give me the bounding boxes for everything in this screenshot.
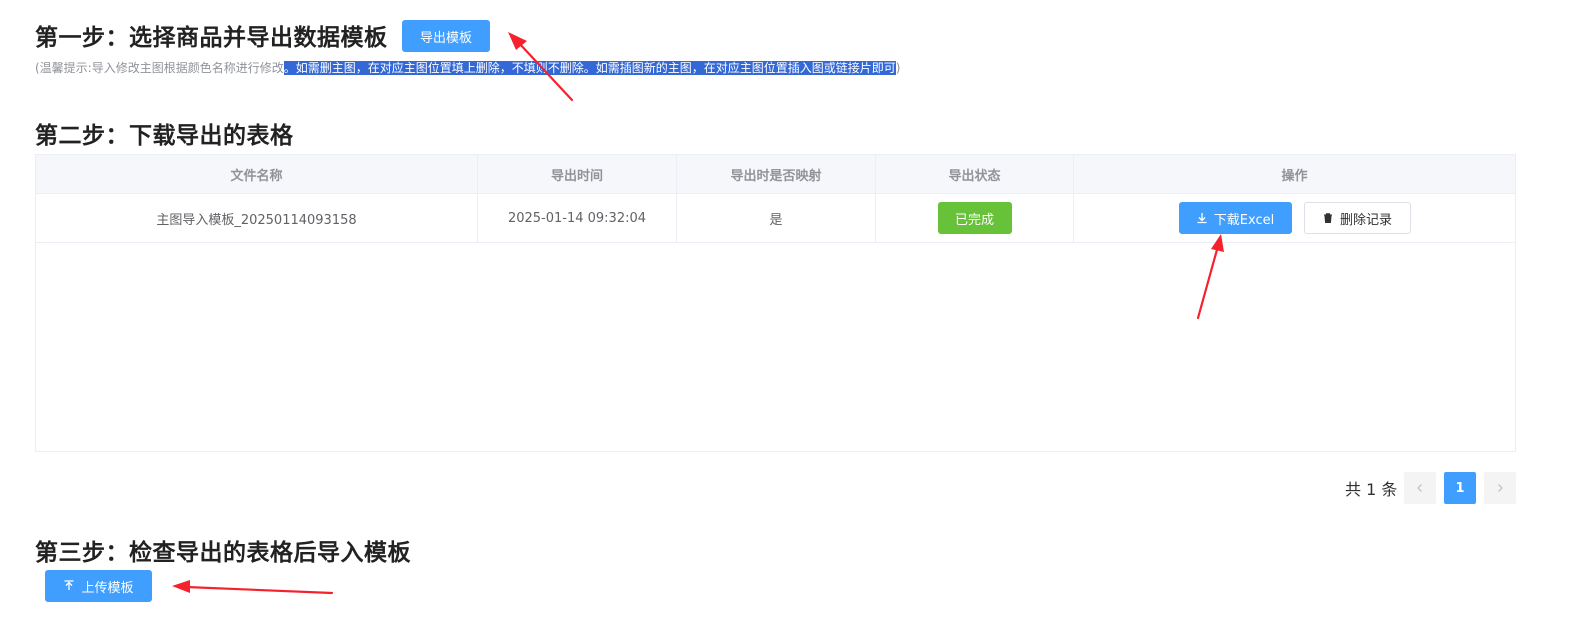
cell-status: 已完成 xyxy=(876,194,1074,242)
table-header: 文件名称 导出时间 导出时是否映射 导出状态 操作 xyxy=(36,155,1515,194)
hint-text: (温馨提示:导入修改主图根据颜色名称进行修改。如需删主图，在对应主图位置填上删除… xyxy=(35,59,900,76)
header-mapped: 导出时是否映射 xyxy=(677,155,876,193)
hint-plain: (温馨提示:导入修改主图根据颜色名称进行修改 xyxy=(35,61,284,75)
hint-end: ) xyxy=(895,61,901,75)
export-template-button[interactable]: 导出模板 xyxy=(402,20,490,52)
upload-template-label: 上传模板 xyxy=(81,580,134,596)
upload-icon xyxy=(63,580,75,592)
page-1-button[interactable]: 1 xyxy=(1444,472,1476,504)
cell-export-time: 2025-01-14 09:32:04 xyxy=(478,194,677,242)
header-actions: 操作 xyxy=(1281,168,1308,184)
step2-title: 第二步：下载导出的表格 xyxy=(35,123,294,149)
status-badge: 已完成 xyxy=(937,202,1012,234)
prev-page-button[interactable] xyxy=(1404,472,1436,504)
download-excel-button[interactable]: 下载Excel xyxy=(1178,202,1292,234)
delete-record-button[interactable]: 删除记录 xyxy=(1303,202,1411,234)
header-file-name: 文件名称 xyxy=(36,155,478,193)
download-excel-label: 下载Excel xyxy=(1213,212,1275,228)
header-export-time: 导出时间 xyxy=(478,155,677,193)
step3-title: 第三步：检查导出的表格后导入模板 xyxy=(35,540,411,566)
cell-mapped: 是 xyxy=(677,194,876,242)
cell-file-name: 主图导入模板_20250114093158 xyxy=(36,194,478,242)
next-page-button[interactable] xyxy=(1484,472,1516,504)
table-row: 主图导入模板_20250114093158 2025-01-14 09:32:0… xyxy=(36,194,1515,243)
chevron-left-icon xyxy=(1417,484,1422,492)
cell-actions: 下载Excel 删除记录 xyxy=(1074,194,1515,242)
hint-selected-text: 。如需删主图，在对应主图位置填上删除，不填则不删除。如需插图新的主图，在对应主图… xyxy=(283,61,896,75)
trash-icon xyxy=(1322,212,1334,224)
delete-record-label: 删除记录 xyxy=(1339,212,1392,228)
chevron-right-icon xyxy=(1498,484,1503,492)
upload-template-button[interactable]: 上传模板 xyxy=(45,570,152,602)
export-records-table: 文件名称 导出时间 导出时是否映射 导出状态 操作 主图导入模板_2025011… xyxy=(35,154,1516,452)
annotation-arrow-upload xyxy=(172,580,334,595)
pagination-total: 共 1 条 xyxy=(1345,480,1398,499)
download-icon xyxy=(1196,212,1208,224)
step1-title: 第一步：选择商品并导出数据模板 xyxy=(35,25,388,51)
header-status: 导出状态 xyxy=(876,155,1074,193)
